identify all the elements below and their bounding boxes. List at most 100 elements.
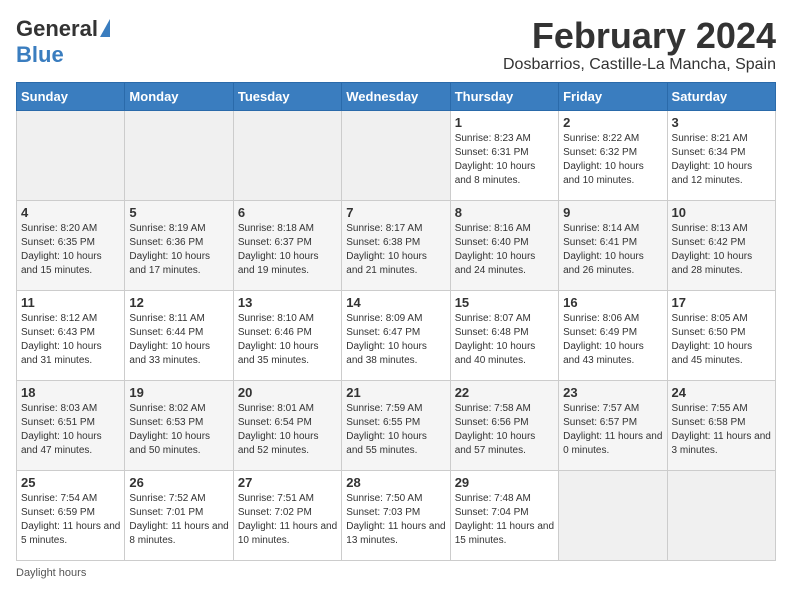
day-info: Sunrise: 8:13 AM Sunset: 6:42 PM Dayligh… [672,222,771,278]
day-info: Sunrise: 8:02 AM Sunset: 6:53 PM Dayligh… [129,402,228,458]
day-info: Sunrise: 8:19 AM Sunset: 6:36 PM Dayligh… [129,222,228,278]
day-info: Sunrise: 7:51 AM Sunset: 7:02 PM Dayligh… [238,492,337,548]
logo-blue-text: Blue [16,42,64,68]
calendar-header-row: SundayMondayTuesdayWednesdayThursdayFrid… [17,82,776,110]
day-info: Sunrise: 8:21 AM Sunset: 6:34 PM Dayligh… [672,132,771,188]
day-number: 28 [346,475,445,490]
calendar-cell [559,470,667,560]
day-number: 20 [238,385,337,400]
header-day-monday: Monday [125,82,233,110]
calendar-week-row: 4Sunrise: 8:20 AM Sunset: 6:35 PM Daylig… [17,200,776,290]
day-number: 18 [21,385,120,400]
calendar-cell: 27Sunrise: 7:51 AM Sunset: 7:02 PM Dayli… [233,470,341,560]
header-day-saturday: Saturday [667,82,775,110]
calendar-cell: 8 Sunrise: 8:16 AM Sunset: 6:40 PM Daylig… [450,200,558,290]
calendar-table: SundayMondayTuesdayWednesdayThursdayFrid… [16,82,776,561]
day-number: 24 [672,385,771,400]
day-info: Sunrise: 7:48 AM Sunset: 7:04 PM Dayligh… [455,492,554,548]
day-info: Sunrise: 8:22 AM Sunset: 6:32 PM Dayligh… [563,132,662,188]
calendar-cell: 5 Sunrise: 8:19 AM Sunset: 6:36 PM Daylig… [125,200,233,290]
calendar-cell: 25Sunrise: 7:54 AM Sunset: 6:59 PM Dayli… [17,470,125,560]
day-info: Sunrise: 8:17 AM Sunset: 6:38 PM Dayligh… [346,222,445,278]
day-info: Sunrise: 8:12 AM Sunset: 6:43 PM Dayligh… [21,312,120,368]
calendar-week-row: 18 Sunrise: 8:03 AM Sunset: 6:51 PM Dayli… [17,380,776,470]
page-header: General Blue February 2024 Dosbarrios, C… [16,16,776,74]
calendar-cell: 9 Sunrise: 8:14 AM Sunset: 6:41 PM Daylig… [559,200,667,290]
day-number: 11 [21,295,120,310]
day-number: 8 [455,205,554,220]
day-number: 26 [129,475,228,490]
day-number: 1 [455,115,554,130]
day-number: 5 [129,205,228,220]
calendar-cell: 12 Sunrise: 8:11 AM Sunset: 6:44 PM Dayli… [125,290,233,380]
day-number: 21 [346,385,445,400]
day-number: 15 [455,295,554,310]
day-number: 17 [672,295,771,310]
calendar-cell: 2 Sunrise: 8:22 AM Sunset: 6:32 PM Daylig… [559,110,667,200]
day-info: Sunrise: 8:11 AM Sunset: 6:44 PM Dayligh… [129,312,228,368]
calendar-cell: 29Sunrise: 7:48 AM Sunset: 7:04 PM Dayli… [450,470,558,560]
day-info: Sunrise: 8:23 AM Sunset: 6:31 PM Dayligh… [455,132,554,188]
header-day-tuesday: Tuesday [233,82,341,110]
day-info: Sunrise: 8:09 AM Sunset: 6:47 PM Dayligh… [346,312,445,368]
calendar-cell: 13 Sunrise: 8:10 AM Sunset: 6:46 PM Dayli… [233,290,341,380]
calendar-cell [233,110,341,200]
day-info: Sunrise: 8:20 AM Sunset: 6:35 PM Dayligh… [21,222,120,278]
day-number: 13 [238,295,337,310]
calendar-cell: 10Sunrise: 8:13 AM Sunset: 6:42 PM Dayli… [667,200,775,290]
day-info: Sunrise: 7:54 AM Sunset: 6:59 PM Dayligh… [21,492,120,548]
day-info: Sunrise: 8:16 AM Sunset: 6:40 PM Dayligh… [455,222,554,278]
day-number: 7 [346,205,445,220]
day-number: 9 [563,205,662,220]
calendar-cell: 11 Sunrise: 8:12 AM Sunset: 6:43 PM Dayli… [17,290,125,380]
day-number: 12 [129,295,228,310]
header-day-thursday: Thursday [450,82,558,110]
calendar-title: February 2024 [503,16,776,56]
calendar-cell: 19Sunrise: 8:02 AM Sunset: 6:53 PM Dayli… [125,380,233,470]
calendar-cell [667,470,775,560]
footer-note: Daylight hours [16,567,776,579]
calendar-cell: 15 Sunrise: 8:07 AM Sunset: 6:48 PM Dayli… [450,290,558,380]
day-number: 16 [563,295,662,310]
logo-triangle-icon [100,19,110,37]
calendar-cell: 24 Sunrise: 7:55 AM Sunset: 6:58 PM Dayli… [667,380,775,470]
calendar-cell: 6Sunrise: 8:18 AM Sunset: 6:37 PM Daylig… [233,200,341,290]
calendar-cell: 21 Sunrise: 7:59 AM Sunset: 6:55 PM Dayli… [342,380,450,470]
calendar-cell: 4Sunrise: 8:20 AM Sunset: 6:35 PM Daylig… [17,200,125,290]
calendar-week-row: 1 Sunrise: 8:23 AM Sunset: 6:31 PM Daylig… [17,110,776,200]
calendar-cell: 23 Sunrise: 7:57 AM Sunset: 6:57 PM Dayli… [559,380,667,470]
day-info: Sunrise: 8:01 AM Sunset: 6:54 PM Dayligh… [238,402,337,458]
day-info: Sunrise: 8:05 AM Sunset: 6:50 PM Dayligh… [672,312,771,368]
logo: General Blue [16,16,110,68]
day-info: Sunrise: 7:55 AM Sunset: 6:58 PM Dayligh… [672,402,771,458]
calendar-cell [342,110,450,200]
day-info: Sunrise: 8:18 AM Sunset: 6:37 PM Dayligh… [238,222,337,278]
day-info: Sunrise: 7:59 AM Sunset: 6:55 PM Dayligh… [346,402,445,458]
calendar-subtitle: Dosbarrios, Castille-La Mancha, Spain [503,56,776,74]
calendar-cell: 17 Sunrise: 8:05 AM Sunset: 6:50 PM Dayli… [667,290,775,380]
day-number: 2 [563,115,662,130]
calendar-cell: 14 Sunrise: 8:09 AM Sunset: 6:47 PM Dayli… [342,290,450,380]
calendar-cell: 7 Sunrise: 8:17 AM Sunset: 6:38 PM Daylig… [342,200,450,290]
day-info: Sunrise: 7:52 AM Sunset: 7:01 PM Dayligh… [129,492,228,548]
calendar-cell: 18 Sunrise: 8:03 AM Sunset: 6:51 PM Dayli… [17,380,125,470]
header-day-friday: Friday [559,82,667,110]
calendar-cell: 26 Sunrise: 7:52 AM Sunset: 7:01 PM Dayli… [125,470,233,560]
day-info: Sunrise: 8:06 AM Sunset: 6:49 PM Dayligh… [563,312,662,368]
day-info: Sunrise: 8:14 AM Sunset: 6:41 PM Dayligh… [563,222,662,278]
day-info: Sunrise: 7:57 AM Sunset: 6:57 PM Dayligh… [563,402,662,458]
day-number: 14 [346,295,445,310]
day-info: Sunrise: 8:07 AM Sunset: 6:48 PM Dayligh… [455,312,554,368]
day-number: 22 [455,385,554,400]
day-info: Sunrise: 8:10 AM Sunset: 6:46 PM Dayligh… [238,312,337,368]
calendar-week-row: 11 Sunrise: 8:12 AM Sunset: 6:43 PM Dayli… [17,290,776,380]
day-number: 23 [563,385,662,400]
day-info: Sunrise: 8:03 AM Sunset: 6:51 PM Dayligh… [21,402,120,458]
day-info: Sunrise: 7:58 AM Sunset: 6:56 PM Dayligh… [455,402,554,458]
calendar-cell [125,110,233,200]
header-day-wednesday: Wednesday [342,82,450,110]
calendar-cell: 28 Sunrise: 7:50 AM Sunset: 7:03 PM Dayli… [342,470,450,560]
day-info: Sunrise: 7:50 AM Sunset: 7:03 PM Dayligh… [346,492,445,548]
calendar-cell: 22 Sunrise: 7:58 AM Sunset: 6:56 PM Dayli… [450,380,558,470]
calendar-cell: 3Sunrise: 8:21 AM Sunset: 6:34 PM Daylig… [667,110,775,200]
